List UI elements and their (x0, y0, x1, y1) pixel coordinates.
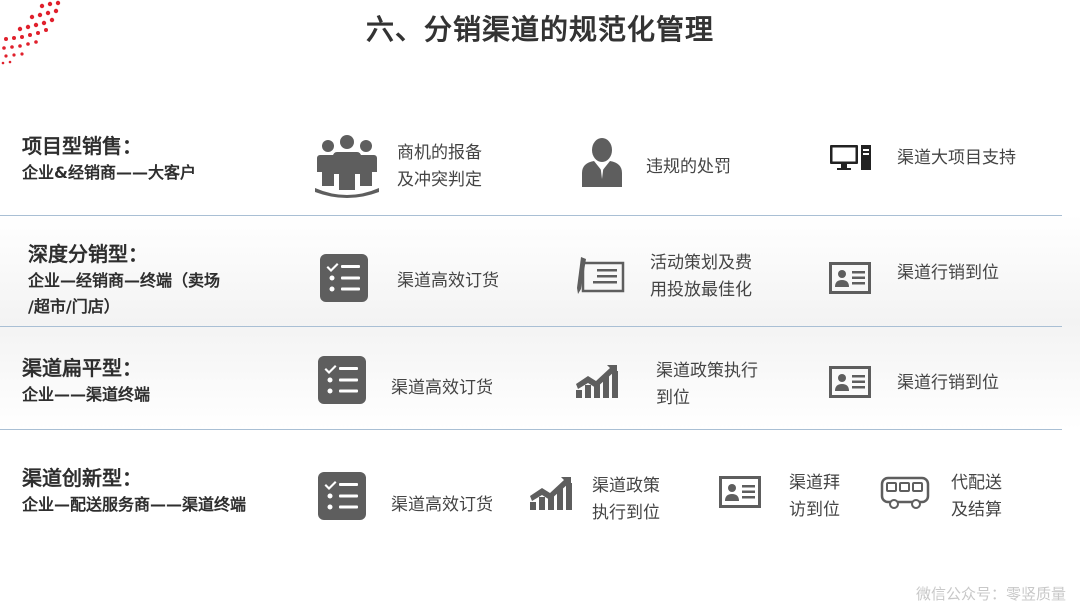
item-text-line: 代配送 (951, 473, 1002, 493)
row-subtitle: 企业——渠道终端 (22, 385, 151, 404)
item-text-line: 商机的报备 (397, 143, 482, 163)
watermark: 微信公众号：零竖质量 (915, 585, 1066, 603)
bus-icon (880, 476, 930, 509)
row-divider (0, 429, 1062, 430)
growth-chart-icon (576, 365, 618, 398)
row-subtitle: 企业—配送服务商——渠道终端 (22, 495, 247, 514)
item-text-line: 渠道行销到位 (897, 373, 999, 393)
people-group-icon (315, 135, 379, 198)
item-text: 代配送 及结算 (951, 470, 1002, 524)
item-text-line: 渠道大项目支持 (897, 148, 1016, 168)
item-text-line: 渠道拜 (789, 473, 840, 493)
item-text: 商机的报备 及冲突判定 (397, 140, 482, 194)
item-text: 渠道行销到位 (897, 370, 999, 397)
item-text: 活动策划及费 用投放最佳化 (650, 250, 752, 304)
item-text: 渠道高效订货 (391, 492, 493, 519)
row-label: 渠道扁平型： 企业——渠道终端 (22, 354, 150, 408)
item-text-line: 渠道行销到位 (897, 263, 999, 283)
item-text: 渠道高效订货 (391, 375, 493, 402)
item-text: 渠道政策 执行到位 (592, 473, 660, 527)
item-text: 渠道大项目支持 (897, 145, 1016, 172)
item-text: 渠道行销到位 (897, 260, 999, 287)
row-subtitle: /超市/门店） (28, 297, 120, 316)
contract-pen-icon (577, 257, 625, 294)
row-subtitle: 企业&经销商——大客户 (22, 163, 196, 182)
row-label: 渠道创新型： 企业—配送服务商——渠道终端 (22, 464, 246, 518)
row-label: 项目型销售： 企业&经销商——大客户 (22, 132, 196, 186)
row-title: 渠道扁平型： (22, 356, 142, 380)
item-text-line: 渠道高效订货 (391, 495, 493, 515)
item-text-line: 活动策划及费 (650, 253, 752, 273)
id-card-icon (719, 476, 761, 508)
id-card-icon (829, 366, 871, 398)
item-text: 渠道政策执行 到位 (656, 358, 758, 412)
id-card-icon (829, 262, 871, 294)
item-text: 渠道高效订货 (397, 268, 499, 295)
item-text-line: 及结算 (951, 500, 1002, 520)
checklist-icon (320, 254, 368, 302)
computer-icon (830, 145, 871, 170)
item-text-line: 渠道政策执行 (656, 361, 758, 381)
item-text: 渠道拜 访到位 (789, 470, 840, 524)
checklist-icon (318, 472, 366, 520)
growth-chart-icon (530, 477, 572, 510)
item-text: 违规的处罚 (646, 154, 731, 181)
item-text-line: 访到位 (789, 500, 840, 520)
page-title: 六、分销渠道的规范化管理 (365, 13, 714, 46)
checklist-icon (318, 356, 366, 404)
item-text-line: 用投放最佳化 (650, 280, 752, 300)
row-divider (0, 215, 1062, 216)
row-title: 深度分销型： (28, 242, 148, 266)
row-title: 渠道创新型： (22, 466, 142, 490)
row-title: 项目型销售： (22, 134, 142, 158)
item-text-line: 及冲突判定 (397, 170, 482, 190)
row-subtitle: 企业—经销商—终端（卖场 (28, 271, 221, 290)
item-text-line: 渠道政策 (592, 476, 660, 496)
person-icon (582, 138, 622, 187)
row-label: 深度分销型： 企业—经销商—终端（卖场 /超市/门店） (28, 240, 220, 320)
item-text-line: 渠道高效订货 (397, 271, 499, 291)
row-divider (0, 326, 1062, 327)
item-text-line: 渠道高效订货 (391, 378, 493, 398)
item-text-line: 违规的处罚 (646, 157, 731, 177)
item-text-line: 执行到位 (592, 503, 660, 523)
item-text-line: 到位 (656, 388, 690, 408)
